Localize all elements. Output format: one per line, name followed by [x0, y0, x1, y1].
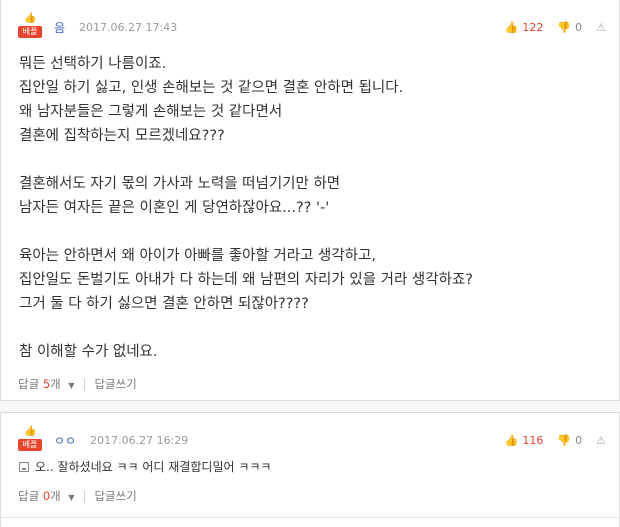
write-reply-button[interactable]: 답글쓰기: [94, 488, 136, 504]
thumbs-up-icon: 👍: [504, 20, 519, 34]
downvote-count: 0: [575, 433, 583, 447]
write-reply-button[interactable]: 답글쓰기: [94, 376, 136, 392]
upvote-count: 122: [522, 20, 544, 34]
reply-label: 답글: [18, 489, 40, 503]
comment-body-text: 오.. 잘하셨네요 ㅋㅋ 어디 재결합디밀어 ㅋㅋㅋ: [35, 460, 272, 474]
upvote-count: 116: [522, 433, 544, 447]
best-label: 베플: [18, 439, 42, 451]
comment-header: 👍 베플 음 2017.06.27 17:43 👍 122 👎 0 ⚠: [18, 13, 606, 38]
comment-gap: [0, 401, 620, 412]
comment-item: 👍 베플 ㅇㅇ 2017.06.27 16:29 👍 116 👎 0 ⚠ 오..…: [0, 412, 620, 518]
thumbs-down-icon: 👎: [557, 433, 572, 447]
comment-body: 뭐든 선택하기 나름이죠. 집안일 하기 싫고, 인생 손해보는 것 같으면 결…: [19, 56, 473, 360]
comment-footer: 답글 5개 ▼ | 답글쓰기: [18, 376, 137, 392]
comment-footer: 답글 0개 ▼ | 답글쓰기: [18, 488, 137, 504]
thumbs-down-icon: 👎: [557, 20, 572, 34]
best-label: 베플: [18, 26, 42, 38]
downvote-button[interactable]: 👎 0: [557, 434, 582, 447]
best-comment-badge: 👍 베플: [18, 426, 42, 451]
reply-unit: 개: [50, 489, 61, 503]
comment-body: 오.. 잘하셨네요 ㅋㅋ 어디 재결합디밀어 ㅋㅋㅋ: [19, 458, 271, 475]
thumbs-up-badge-icon: 👍: [24, 13, 37, 24]
reply-toggle-button[interactable]: 답글 0개 ▼: [18, 488, 75, 504]
thumbs-up-badge-icon: 👍: [24, 426, 37, 437]
downvote-button[interactable]: 👎 0: [557, 21, 582, 34]
reply-toggle-button[interactable]: 답글 5개 ▼: [18, 376, 75, 392]
upvote-button[interactable]: 👍 122: [505, 21, 544, 34]
comment-item: 👍 베플 음 2017.06.27 17:43 👍 122 👎 0 ⚠ 뭐든 선…: [0, 0, 620, 401]
comment-header: 👍 베플 ㅇㅇ 2017.06.27 16:29 👍 116 👎 0 ⚠: [18, 426, 606, 451]
thumbs-up-icon: 👍: [504, 433, 519, 447]
separator: |: [82, 489, 87, 503]
report-icon[interactable]: ⚠: [596, 21, 606, 34]
reply-unit: 개: [50, 377, 61, 391]
comment-date: 2017.06.27 16:29: [90, 433, 189, 447]
best-comment-badge: 👍 베플: [18, 13, 42, 38]
report-icon[interactable]: ⚠: [596, 434, 606, 447]
comment-author[interactable]: ㅇㅇ: [54, 432, 76, 449]
reply-label: 답글: [18, 377, 40, 391]
image-icon[interactable]: [19, 461, 29, 472]
comment-date: 2017.06.27 17:43: [79, 20, 178, 34]
upvote-button[interactable]: 👍 116: [505, 434, 544, 447]
chevron-down-icon: ▼: [68, 381, 75, 390]
separator: |: [82, 377, 87, 391]
downvote-count: 0: [575, 20, 583, 34]
comment-author[interactable]: 음: [54, 19, 65, 36]
chevron-down-icon: ▼: [68, 493, 75, 502]
